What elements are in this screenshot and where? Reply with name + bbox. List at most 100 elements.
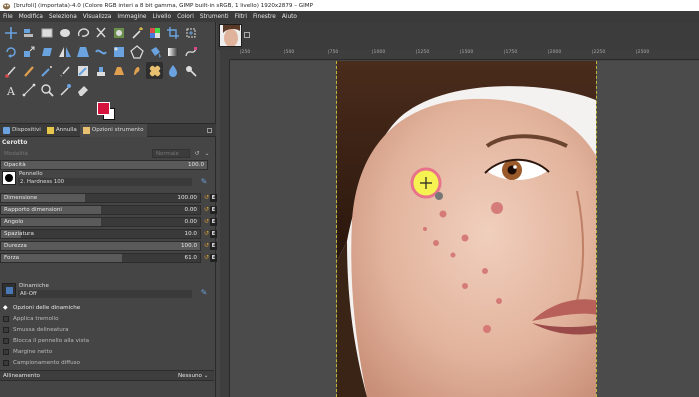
opacity-slider[interactable]: Opacità 100.0 bbox=[0, 160, 208, 170]
brush-preview[interactable] bbox=[2, 171, 16, 185]
smooth-stroke-row[interactable]: Smussa delineatura bbox=[3, 325, 69, 334]
crop-tool-icon[interactable] bbox=[164, 24, 181, 41]
clone-tool-icon[interactable] bbox=[92, 62, 109, 79]
measure-tool-icon[interactable] bbox=[20, 81, 37, 98]
force-slider[interactable]: Forza 61.0 bbox=[0, 253, 201, 263]
warp-transform-icon[interactable] bbox=[92, 43, 109, 60]
flip-tool-icon[interactable] bbox=[56, 43, 73, 60]
menu-image[interactable]: Immagine bbox=[117, 14, 146, 20]
brush-edit-icon[interactable]: ✎ bbox=[199, 177, 209, 187]
close-image-icon[interactable] bbox=[244, 32, 250, 38]
angle-reset-icon[interactable]: ↺ bbox=[203, 218, 210, 226]
tab-devices[interactable]: Dispositivi bbox=[0, 124, 44, 137]
rect-select-icon[interactable] bbox=[38, 24, 55, 41]
paths-tool-icon[interactable] bbox=[182, 43, 199, 60]
hard-edge-row[interactable]: Margine netto bbox=[3, 347, 52, 356]
hard-edge-checkbox[interactable] bbox=[3, 348, 9, 355]
smooth-stroke-checkbox[interactable] bbox=[3, 326, 9, 333]
sample-merged-row[interactable]: Campionamento diffuso bbox=[3, 358, 80, 367]
rotate-tool-icon[interactable] bbox=[2, 43, 19, 60]
free-select-icon[interactable] bbox=[74, 24, 91, 41]
color-swatches[interactable] bbox=[95, 100, 117, 122]
photo-image[interactable] bbox=[336, 61, 597, 397]
scissors-select-icon[interactable] bbox=[92, 24, 109, 41]
apply-jitter-row[interactable]: Applica tremolio bbox=[3, 314, 59, 323]
menu-windows[interactable]: Finestre bbox=[253, 14, 276, 20]
airbrush-tool-icon[interactable] bbox=[38, 62, 55, 79]
aspect-ratio-expression-icon[interactable]: E bbox=[210, 206, 217, 214]
brush-name[interactable]: 2. Hardness 100 bbox=[18, 178, 192, 186]
ellipse-select-icon[interactable] bbox=[56, 24, 73, 41]
canvas-area[interactable] bbox=[230, 61, 699, 397]
angle-expression-icon[interactable]: E bbox=[210, 218, 217, 226]
pencil-tool-icon[interactable] bbox=[20, 62, 37, 79]
bucket-fill-icon[interactable] bbox=[146, 43, 163, 60]
heal-tool-icon[interactable] bbox=[146, 62, 163, 79]
menu-colors[interactable]: Colori bbox=[177, 14, 194, 20]
menu-layer[interactable]: Livello bbox=[152, 14, 171, 20]
dock-menu-icon[interactable] bbox=[207, 127, 212, 133]
perspective-tool-icon[interactable] bbox=[74, 43, 91, 60]
menu-select[interactable]: Seleziona bbox=[49, 14, 77, 20]
align-tool-icon[interactable] bbox=[20, 24, 37, 41]
lock-brush-to-view-row[interactable]: Blocca il pennello alla vista bbox=[3, 336, 89, 345]
angle-slider[interactable]: Angolo 0.00 bbox=[0, 217, 201, 227]
mode-reset-icon[interactable]: ↺ bbox=[192, 149, 202, 158]
text-tool-icon[interactable]: A bbox=[2, 81, 19, 98]
menu-file[interactable]: File bbox=[3, 14, 13, 20]
fuzzy-select-icon[interactable] bbox=[128, 24, 145, 41]
spacing-slider[interactable]: Spaziatura 10.0 bbox=[0, 229, 201, 239]
dynamics-edit-icon[interactable]: ✎ bbox=[199, 288, 209, 298]
spacing-reset-icon[interactable]: ↺ bbox=[203, 230, 210, 238]
alignment-row[interactable]: Allineamento Nessuno ⌄ bbox=[0, 370, 214, 381]
menu-view[interactable]: Visualizza bbox=[83, 14, 112, 20]
eraser-tool-icon[interactable] bbox=[74, 81, 91, 98]
dodge-burn-icon[interactable] bbox=[182, 62, 199, 79]
color-select-icon[interactable] bbox=[146, 24, 163, 41]
dynamics-name[interactable]: All-Off bbox=[18, 290, 192, 298]
size-expression-icon[interactable]: E bbox=[210, 194, 217, 202]
aspect-ratio-slider[interactable]: Rapporto dimensioni 0.00 bbox=[0, 205, 201, 215]
spacing-expression-icon[interactable]: E bbox=[210, 230, 217, 238]
force-reset-icon[interactable]: ↺ bbox=[203, 254, 210, 262]
move-tool-icon[interactable] bbox=[2, 24, 19, 41]
handle-transform-icon[interactable] bbox=[110, 43, 127, 60]
mypaint-brush-icon[interactable] bbox=[74, 62, 91, 79]
size-slider[interactable]: Dimensione 100.00 bbox=[0, 193, 201, 203]
aspect-ratio-reset-icon[interactable]: ↺ bbox=[203, 206, 210, 214]
menu-edit[interactable]: Modifica bbox=[19, 14, 43, 20]
menu-filters[interactable]: Filtri bbox=[235, 14, 247, 20]
horizontal-ruler[interactable]: |250 |500 |750 |1000 |1250 |1500 |1750 |… bbox=[230, 50, 699, 60]
alignment-select[interactable]: Nessuno ⌄ bbox=[178, 373, 208, 379]
scale-tool-icon[interactable] bbox=[20, 43, 37, 60]
mode-chevron-down-icon[interactable]: ⌄ bbox=[202, 149, 212, 158]
foreground-select-icon[interactable] bbox=[110, 24, 127, 41]
blend-tool-icon[interactable] bbox=[164, 43, 181, 60]
cage-transform-icon[interactable] bbox=[128, 43, 145, 60]
tab-tool-options[interactable]: Opzioni strumento bbox=[79, 123, 147, 137]
zoom-tool-icon[interactable] bbox=[38, 81, 55, 98]
dynamics-options-expander[interactable]: ◆ Opzioni delle dinamiche bbox=[3, 303, 80, 312]
vertical-ruler[interactable] bbox=[220, 60, 230, 397]
blur-sharpen-icon[interactable] bbox=[164, 62, 181, 79]
color-picker-icon[interactable] bbox=[56, 81, 73, 98]
dynamics-preview[interactable] bbox=[2, 283, 16, 297]
hardness-reset-icon[interactable]: ↺ bbox=[203, 242, 210, 250]
hardness-expression-icon[interactable]: E bbox=[210, 242, 217, 250]
paintbrush-tool-icon[interactable] bbox=[2, 62, 19, 79]
foreground-color-swatch[interactable] bbox=[97, 102, 110, 115]
shear-tool-icon[interactable] bbox=[38, 43, 55, 60]
tab-undo-history[interactable]: Annulla bbox=[44, 124, 80, 137]
hardness-slider[interactable]: Durezza 100.0 bbox=[0, 241, 201, 251]
sample-merged-checkbox[interactable] bbox=[3, 359, 9, 366]
lock-brush-to-view-checkbox[interactable] bbox=[3, 337, 9, 344]
apply-jitter-checkbox[interactable] bbox=[3, 315, 9, 322]
size-reset-icon[interactable]: ↺ bbox=[203, 194, 210, 202]
menu-tools[interactable]: Strumenti bbox=[200, 14, 229, 20]
perspective-clone-icon[interactable] bbox=[110, 62, 127, 79]
ink-tool-icon[interactable] bbox=[56, 62, 73, 79]
image-thumbnail[interactable] bbox=[219, 24, 242, 47]
mode-select[interactable]: Normale bbox=[152, 149, 190, 158]
unified-transform-icon[interactable] bbox=[182, 24, 199, 41]
force-expression-icon[interactable]: E bbox=[210, 254, 217, 262]
